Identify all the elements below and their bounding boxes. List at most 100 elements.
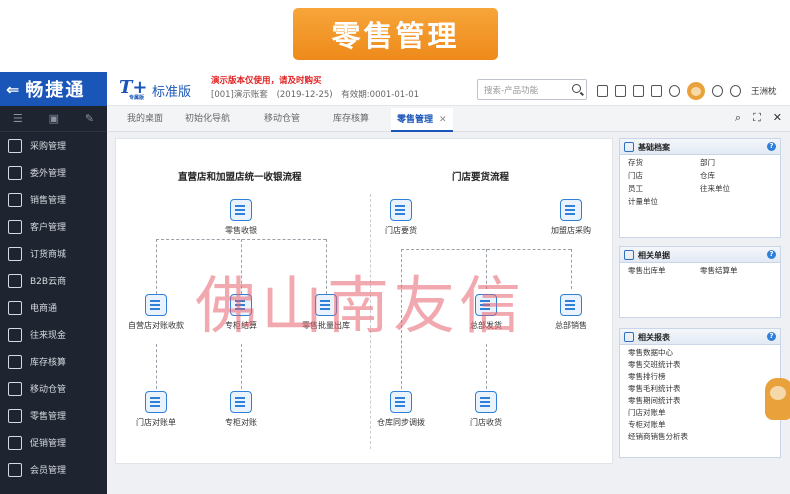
report-link[interactable]: 专柜对账单	[628, 419, 772, 431]
node-warehouse-transfer[interactable]: 仓库同步调拨	[366, 391, 436, 428]
node-counter-settle[interactable]: 专柜结算	[206, 294, 276, 331]
sidebar-item[interactable]: 电商通	[0, 294, 107, 321]
report-link[interactable]: 门店对账单	[628, 407, 772, 419]
archive-link[interactable]: 门店	[628, 170, 700, 182]
node-hq-ship[interactable]: 总部发货	[451, 294, 521, 331]
edit-icon[interactable]: ✎	[85, 112, 94, 125]
phone-icon[interactable]	[669, 85, 680, 97]
report-link[interactable]: 零售排行榜	[628, 371, 772, 383]
store-icon	[390, 199, 412, 221]
app-logo[interactable]: ⇐ 畅捷通	[0, 72, 107, 106]
search-input[interactable]: 搜索-产品功能	[477, 79, 587, 100]
archive-link[interactable]: 存货	[628, 157, 700, 169]
archive-link[interactable]: 计量单位	[628, 196, 700, 208]
archive-link[interactable]: 部门	[700, 157, 772, 169]
demo-notice[interactable]: 演示版本仅使用，请及时购买	[211, 74, 322, 86]
tab-retail[interactable]: 零售管理 ✕	[391, 108, 453, 132]
node-store-statement[interactable]: 门店对账单	[121, 391, 191, 428]
node-store-receive[interactable]: 门店收货	[451, 391, 521, 428]
shop-icon	[560, 199, 582, 221]
left-flow-title: 直营店和加盟店统一收银流程	[178, 172, 302, 183]
user-icon[interactable]	[730, 85, 741, 97]
sidebar-item[interactable]: 会员管理	[0, 456, 107, 483]
sidebar-item[interactable]: 委外管理	[0, 159, 107, 186]
basic-archive-header: 基础档案 ?	[620, 139, 780, 155]
close-icon[interactable]: ✕	[773, 111, 782, 125]
node-hq-sales[interactable]: 总部销售	[536, 294, 606, 331]
sidebar-item[interactable]: 销售管理	[0, 186, 107, 213]
sidebar-item-label: 移动仓管	[30, 385, 67, 395]
sidebar-item[interactable]: 采购管理	[0, 132, 107, 159]
sidebar-item[interactable]: 订货商城	[0, 240, 107, 267]
page-banner: 零售管理	[293, 8, 498, 60]
monitor-icon[interactable]	[633, 85, 644, 97]
account-info: [001]演示账套 (2019-12-25) 有效期:0001-01-01	[211, 88, 425, 100]
help-icon[interactable]: ?	[767, 332, 776, 341]
sidebar-item-label: 会员管理	[30, 466, 67, 476]
reconcile-icon	[230, 391, 252, 413]
archive-link[interactable]: 员工	[628, 183, 700, 195]
document-icon[interactable]	[597, 85, 608, 97]
ecommerce-icon	[8, 300, 22, 315]
report-link[interactable]: 经销商销售分析表	[628, 431, 772, 443]
search-icon[interactable]: ⌕	[735, 111, 741, 125]
expand-icon[interactable]: ⛶	[753, 111, 761, 125]
inventory-icon	[8, 354, 22, 369]
sidebar-item[interactable]: 零售管理	[0, 402, 107, 429]
statement-icon	[145, 391, 167, 413]
close-tab-icon[interactable]: ✕	[439, 115, 447, 125]
main-content: 直营店和加盟店统一收银流程 门店要货流程 零售收银 自营店对账收款 专柜结算 零…	[107, 132, 790, 494]
report-link[interactable]: 零售毛利统计表	[628, 383, 772, 395]
node-counter-reconcile[interactable]: 专柜对账	[206, 391, 276, 428]
warehouse-icon	[390, 391, 412, 413]
node-franchise-purchase[interactable]: 加盟店采购	[536, 199, 606, 236]
tab-mobile-warehouse[interactable]: 移动仓管	[264, 111, 300, 124]
flow-panel: 直营店和加盟店统一收银流程 门店要货流程 零售收银 自营店对账收款 专柜结算 零…	[115, 138, 613, 464]
b2b-icon	[8, 273, 22, 288]
sidebar-item[interactable]: B2B云商	[0, 267, 107, 294]
node-retail-wholesale[interactable]: 零售批量出库	[291, 294, 361, 331]
mall-icon	[8, 246, 22, 261]
tab-init-nav[interactable]: 初始化导航	[185, 111, 230, 124]
sidebar-item[interactable]: 促销管理	[0, 429, 107, 456]
document-link[interactable]: 零售出库单	[628, 265, 700, 277]
back-arrow-icon[interactable]: ⇐	[6, 80, 21, 99]
sidebar-item-label: 采购管理	[30, 142, 67, 152]
report-link[interactable]: 零售期间统计表	[628, 395, 772, 407]
favorite-icon[interactable]: ▣	[49, 112, 59, 125]
node-store-request[interactable]: 门店要货	[366, 199, 436, 236]
mobile-warehouse-icon	[8, 381, 22, 396]
message-icon[interactable]	[651, 85, 662, 97]
tab-desktop[interactable]: 我的桌面	[127, 111, 163, 124]
user-name[interactable]: 王洲枕	[751, 85, 777, 97]
menu-icon[interactable]: ☰	[13, 112, 23, 125]
tab-inventory[interactable]: 库存核算	[333, 111, 369, 124]
node-direct-reconcile[interactable]: 自营店对账收款	[121, 294, 191, 331]
search-icon[interactable]	[572, 84, 581, 93]
sidebar-item[interactable]: 客户管理	[0, 213, 107, 240]
report-link[interactable]: 零售数据中心	[628, 347, 772, 359]
right-flow-title: 门店要货流程	[452, 172, 510, 183]
top-header: T+ 专属版 标准版 演示版本仅使用，请及时购买 [001]演示账套 (2019…	[107, 72, 790, 106]
mascot-icon[interactable]	[765, 378, 790, 420]
report-link[interactable]: 零售交班统计表	[628, 359, 772, 371]
brand-logo: T+ 专属版	[119, 77, 148, 101]
list-icon[interactable]	[615, 85, 626, 97]
archive-link[interactable]: 往来单位	[700, 183, 772, 195]
help-icon[interactable]: ?	[767, 250, 776, 259]
app-logo-text: 畅捷通	[25, 80, 86, 101]
promotion-icon	[8, 435, 22, 450]
sales-icon	[8, 192, 22, 207]
sidebar-item[interactable]: 库存核算	[0, 348, 107, 375]
document-link[interactable]: 零售结算单	[700, 265, 772, 277]
node-retail-checkout[interactable]: 零售收银	[206, 199, 276, 236]
help-icon[interactable]	[712, 85, 723, 97]
help-icon[interactable]: ?	[767, 142, 776, 151]
sidebar-item[interactable]: 移动仓管	[0, 375, 107, 402]
archive-link[interactable]: 仓库	[700, 170, 772, 182]
cash-register-icon	[230, 199, 252, 221]
basic-archive-panel: 基础档案 ? 存货 部门 门店 仓库 员工 往来单位 计量单位	[619, 138, 781, 238]
mascot-icon[interactable]	[687, 82, 705, 100]
settle-icon	[230, 294, 252, 316]
sidebar-item[interactable]: 往来现金	[0, 321, 107, 348]
